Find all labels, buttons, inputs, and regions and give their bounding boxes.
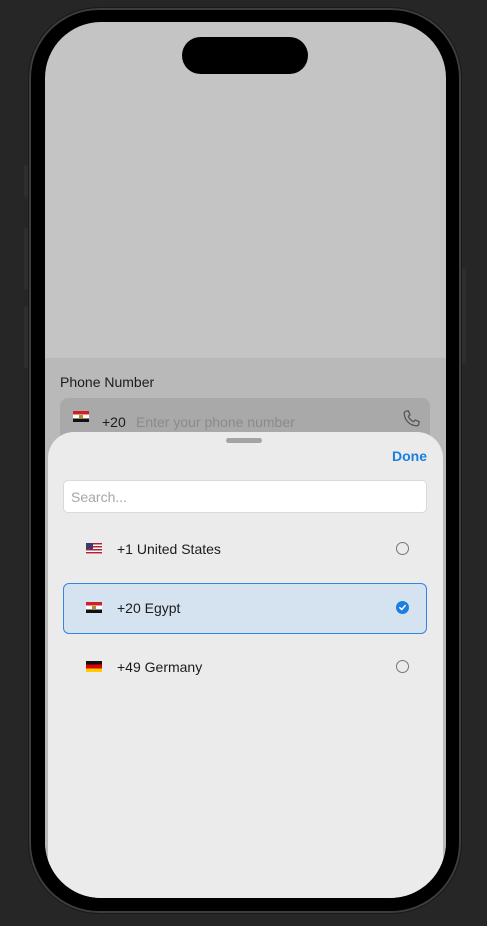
phone-icon <box>400 408 422 435</box>
country-row-egypt[interactable]: +20 Egypt <box>63 583 427 634</box>
egypt-flag-icon <box>86 602 102 613</box>
phone-screen: Phone Number +20 Enter your phone number… <box>45 22 446 898</box>
power-button <box>462 268 466 364</box>
us-flag-icon <box>86 543 102 554</box>
sheet-grabber[interactable] <box>226 438 262 443</box>
search-input[interactable] <box>63 480 427 513</box>
germany-flag-icon <box>86 661 102 672</box>
action-button <box>24 165 28 197</box>
country-label: +49 Germany <box>117 659 203 675</box>
country-label: +20 Egypt <box>117 600 181 616</box>
egypt-flag-icon <box>73 411 89 422</box>
radio-unchecked-icon[interactable] <box>396 542 409 555</box>
phone-number-label: Phone Number <box>60 374 155 390</box>
radio-unchecked-icon[interactable] <box>396 660 409 673</box>
volume-up-button <box>24 228 28 290</box>
done-button[interactable]: Done <box>392 448 427 464</box>
dynamic-island <box>182 37 308 74</box>
country-picker-sheet: Done +1 United States +20 Egypt +49 Germ… <box>48 432 443 898</box>
country-row-germany[interactable]: +49 Germany <box>63 642 427 693</box>
country-code[interactable]: +20 <box>102 414 126 430</box>
country-row-united-states[interactable]: +1 United States <box>63 524 427 575</box>
volume-down-button <box>24 306 28 368</box>
country-list: +1 United States +20 Egypt +49 Germany <box>63 524 427 701</box>
phone-input-placeholder[interactable]: Enter your phone number <box>136 414 295 430</box>
country-label: +1 United States <box>117 541 221 557</box>
radio-checked-icon[interactable] <box>396 601 409 614</box>
